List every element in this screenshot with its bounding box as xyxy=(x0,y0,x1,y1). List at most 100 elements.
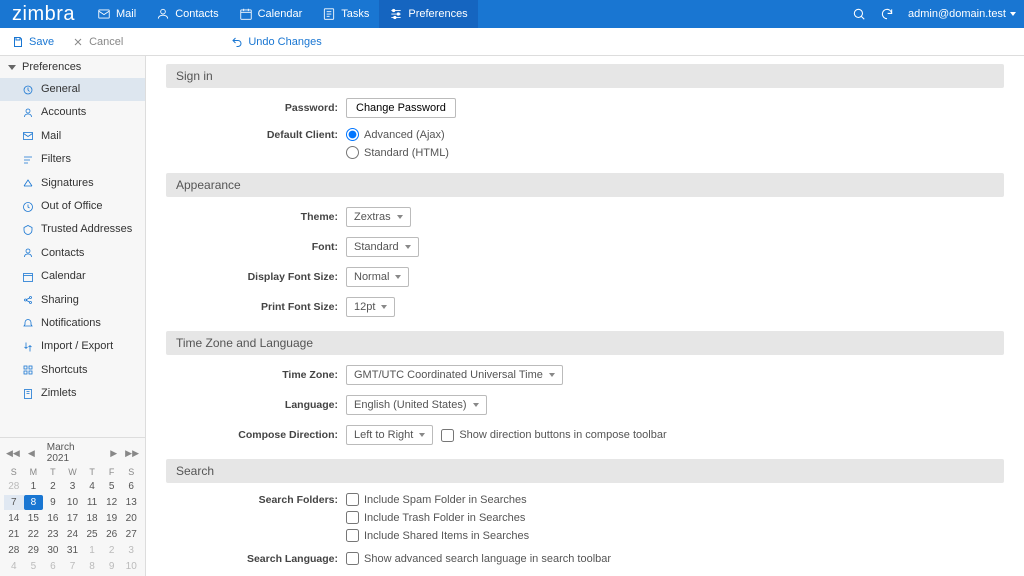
cal-day[interactable]: 6 xyxy=(121,479,141,494)
cal-day[interactable]: 10 xyxy=(63,495,83,510)
display-font-size-select[interactable]: Normal xyxy=(346,267,409,287)
tree-item-import-export[interactable]: Import / Export xyxy=(0,335,145,358)
cal-day[interactable]: 12 xyxy=(102,495,122,510)
chevron-down-icon xyxy=(8,65,16,70)
font-select[interactable]: Standard xyxy=(346,237,419,257)
cal-dow: W xyxy=(63,466,83,478)
cal-day[interactable]: 5 xyxy=(102,479,122,494)
tree-item-notifications[interactable]: Notifications xyxy=(0,312,145,335)
cal-day[interactable]: 20 xyxy=(121,511,141,526)
search-icon[interactable] xyxy=(852,7,866,21)
cal-day[interactable]: 3 xyxy=(63,479,83,494)
tree-item-general[interactable]: General xyxy=(0,78,145,101)
theme-select[interactable]: Zextras xyxy=(346,207,411,227)
tree-item-mail[interactable]: Mail xyxy=(0,125,145,148)
cal-day[interactable]: 25 xyxy=(82,527,102,542)
checkbox-include-trash[interactable] xyxy=(346,511,359,524)
cal-day[interactable]: 13 xyxy=(121,495,141,510)
compose-direction-select[interactable]: Left to Right xyxy=(346,425,433,445)
tree-item-label: Filters xyxy=(41,152,71,167)
cal-day[interactable]: 7 xyxy=(4,495,24,510)
cal-day[interactable]: 18 xyxy=(82,511,102,526)
tree-item-calendar[interactable]: Calendar xyxy=(0,265,145,288)
calendar-icon xyxy=(239,7,253,21)
tree-item-signatures[interactable]: Signatures xyxy=(0,172,145,195)
nav-calendar[interactable]: Calendar xyxy=(229,0,313,28)
cal-next-year[interactable]: ▶▶ xyxy=(123,448,141,459)
timezone-select[interactable]: GMT/UTC Coordinated Universal Time xyxy=(346,365,563,385)
checkbox-include-spam-label: Include Spam Folder in Searches xyxy=(364,494,527,506)
cal-day[interactable]: 27 xyxy=(121,527,141,542)
cal-day[interactable]: 31 xyxy=(63,543,83,558)
cal-day[interactable]: 21 xyxy=(4,527,24,542)
cal-day[interactable]: 19 xyxy=(102,511,122,526)
tree-item-accounts[interactable]: Accounts xyxy=(0,101,145,124)
cal-day[interactable]: 24 xyxy=(63,527,83,542)
radio-advanced-label: Advanced (Ajax) xyxy=(364,129,445,141)
tree-item-shortcuts[interactable]: Shortcuts xyxy=(0,359,145,382)
cal-day[interactable]: 3 xyxy=(121,543,141,558)
cal-day[interactable]: 9 xyxy=(102,559,122,574)
cal-day[interactable]: 2 xyxy=(43,479,63,494)
cal-day[interactable]: 22 xyxy=(24,527,44,542)
tree-item-out-of-office[interactable]: Out of Office xyxy=(0,195,145,218)
user-menu[interactable]: admin@domain.test xyxy=(908,8,1016,20)
tree-item-contacts[interactable]: Contacts xyxy=(0,242,145,265)
nav-mail[interactable]: Mail xyxy=(87,0,146,28)
cal-day[interactable]: 29 xyxy=(24,543,44,558)
cal-day[interactable]: 5 xyxy=(24,559,44,574)
refresh-icon[interactable] xyxy=(880,7,894,21)
cal-day[interactable]: 8 xyxy=(24,495,44,510)
tree-root[interactable]: Preferences xyxy=(0,56,145,78)
cal-day[interactable]: 26 xyxy=(102,527,122,542)
cal-day[interactable]: 1 xyxy=(24,479,44,494)
cal-day[interactable]: 7 xyxy=(63,559,83,574)
cal-day[interactable]: 28 xyxy=(4,479,24,494)
checkbox-direction-buttons[interactable] xyxy=(441,429,454,442)
undo-button[interactable]: Undo Changes xyxy=(231,36,321,48)
cal-day[interactable]: 16 xyxy=(43,511,63,526)
cal-day[interactable]: 28 xyxy=(4,543,24,558)
tree-item-filters[interactable]: Filters xyxy=(0,148,145,171)
cal-day[interactable]: 23 xyxy=(43,527,63,542)
cal-day[interactable]: 1 xyxy=(82,543,102,558)
cal-day[interactable]: 8 xyxy=(82,559,102,574)
cal-day[interactable]: 30 xyxy=(43,543,63,558)
chevron-down-icon xyxy=(405,245,411,249)
checkbox-include-spam[interactable] xyxy=(346,493,359,506)
nav-label: Calendar xyxy=(258,8,303,20)
cal-day[interactable]: 11 xyxy=(82,495,102,510)
save-button[interactable]: Save xyxy=(12,36,54,48)
nav-label: Preferences xyxy=(408,8,467,20)
cal-day[interactable]: 9 xyxy=(43,495,63,510)
cal-day[interactable]: 17 xyxy=(63,511,83,526)
cal-day[interactable]: 4 xyxy=(4,559,24,574)
tree-item-zimlets[interactable]: Zimlets xyxy=(0,382,145,405)
tree-item-trusted-addresses[interactable]: Trusted Addresses xyxy=(0,218,145,241)
cal-day[interactable]: 4 xyxy=(82,479,102,494)
checkbox-include-shared[interactable] xyxy=(346,529,359,542)
radio-standard[interactable] xyxy=(346,146,359,159)
nav-preferences[interactable]: Preferences xyxy=(379,0,477,28)
cal-day[interactable]: 2 xyxy=(102,543,122,558)
print-font-size-select[interactable]: 12pt xyxy=(346,297,395,317)
nav-tasks[interactable]: Tasks xyxy=(312,0,379,28)
cancel-button[interactable]: Cancel xyxy=(72,36,123,48)
top-nav: Mail Contacts Calendar Tasks Preferences xyxy=(87,0,478,28)
tree-item-label: General xyxy=(41,82,80,97)
change-password-button[interactable]: Change Password xyxy=(346,98,456,118)
cal-next-month[interactable]: ▶ xyxy=(108,448,119,459)
cal-day[interactable]: 14 xyxy=(4,511,24,526)
language-select[interactable]: English (United States) xyxy=(346,395,487,415)
nav-contacts[interactable]: Contacts xyxy=(146,0,228,28)
cal-day[interactable]: 15 xyxy=(24,511,44,526)
tree-item-sharing[interactable]: Sharing xyxy=(0,289,145,312)
radio-advanced[interactable] xyxy=(346,128,359,141)
cal-day[interactable]: 10 xyxy=(121,559,141,574)
display-font-size-label: Display Font Size: xyxy=(166,271,346,283)
checkbox-search-language[interactable] xyxy=(346,552,359,565)
cal-prev-year[interactable]: ◀◀ xyxy=(4,448,22,459)
cal-day[interactable]: 6 xyxy=(43,559,63,574)
cal-prev-month[interactable]: ◀ xyxy=(26,448,37,459)
chevron-down-icon xyxy=(419,433,425,437)
